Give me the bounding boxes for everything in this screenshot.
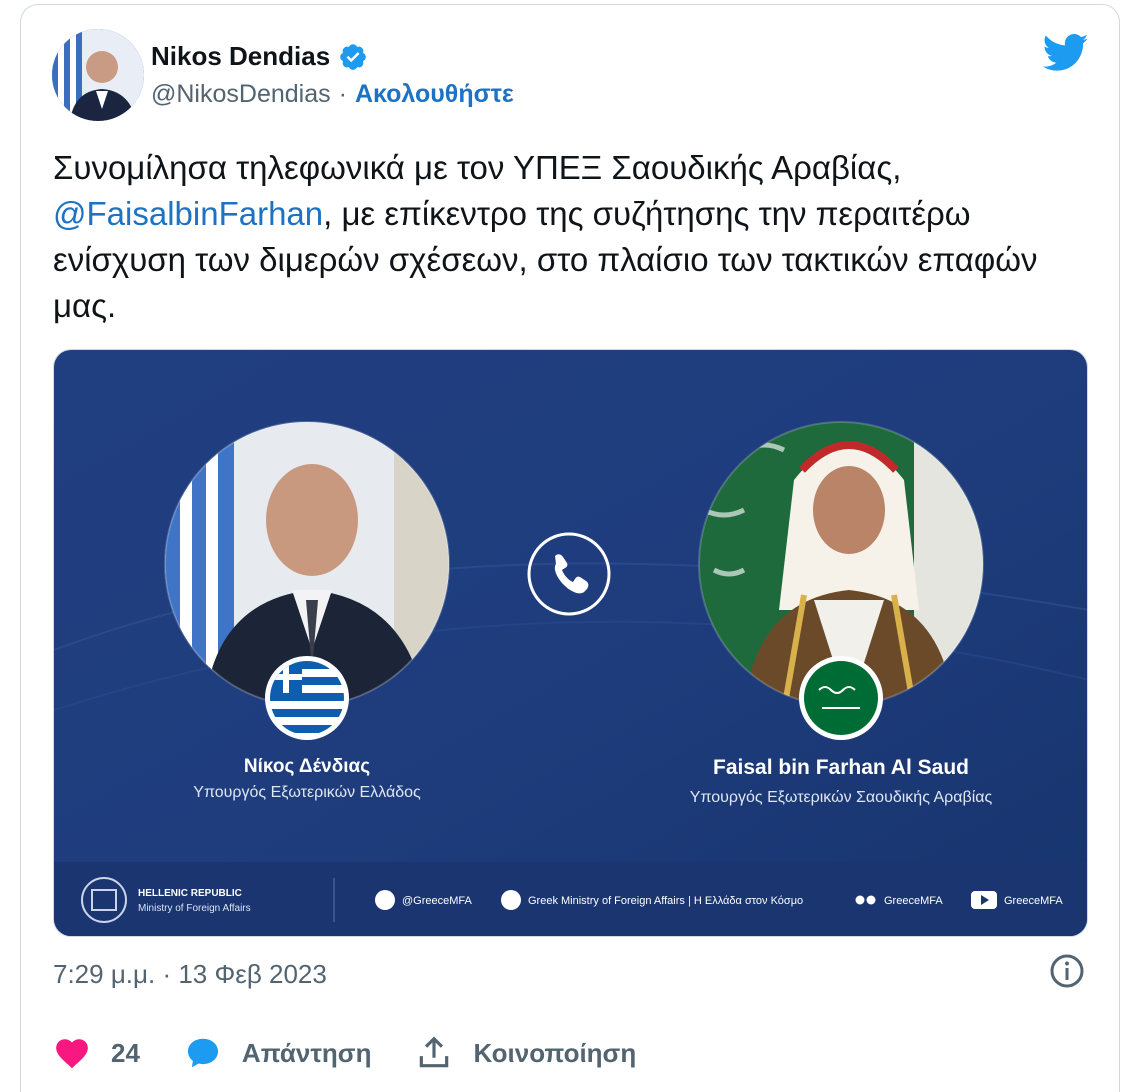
reply-button[interactable]: Απάντηση (184, 1034, 372, 1072)
follow-button[interactable]: Ακολουθήστε (355, 80, 514, 109)
reply-bubble-icon (187, 1038, 218, 1068)
avatar[interactable] (52, 29, 144, 121)
tweet-text: Συνομίλησα τηλεφωνικά με τον ΥΠΕΞ Σαουδι… (53, 145, 1103, 329)
right-person-name: Faisal bin Farhan Al Saud (713, 756, 969, 779)
heart-icon (56, 1039, 88, 1069)
social-facebook: Greek Ministry of Foreign Affairs | Η Ελ… (528, 895, 803, 907)
tweet-media-image[interactable]: Νίκος Δένδιας Υπουργός Εξωτερικών Ελλάδο… (53, 349, 1088, 937)
author-name[interactable]: Nikos Dendias (151, 41, 330, 72)
action-bar: 24 Απάντηση Κοινοποίηση (53, 1033, 680, 1073)
share-icon (420, 1036, 449, 1068)
separator-dot: · (338, 80, 347, 108)
social-twitter: @GreeceMFA (402, 895, 473, 907)
twitter-small-icon (375, 890, 395, 910)
tweet-timestamp[interactable]: 7:29 μ.μ. · 13 Φεβ 2023 (53, 959, 327, 990)
org-line1: HELLENIC REPUBLIC (138, 888, 242, 899)
left-person-title: Υπουργός Εξωτερικών Ελλάδος (193, 784, 421, 801)
flickr-icon (855, 895, 865, 905)
like-button[interactable]: 24 (53, 1034, 140, 1072)
share-label: Κοινοποίηση (473, 1037, 637, 1068)
share-button[interactable]: Κοινοποίηση (415, 1034, 636, 1072)
verified-badge-icon (340, 43, 366, 70)
mention-link[interactable]: @FaisalbinFarhan (53, 195, 323, 232)
media-graphic: Νίκος Δένδιας Υπουργός Εξωτερικών Ελλάδο… (54, 350, 1087, 936)
like-count: 24 (111, 1037, 140, 1068)
info-icon[interactable] (1049, 953, 1085, 989)
right-person-title: Υπουργός Εξωτερικών Σαουδικής Αραβίας (690, 789, 993, 806)
tweet-card: Nikos Dendias @NikosDendias · Ακολουθήστ… (20, 4, 1120, 1092)
social-flickr: GreeceMFA (884, 895, 943, 907)
facebook-icon (501, 890, 521, 910)
tweet-text-before: Συνομίλησα τηλεφωνικά με τον ΥΠΕΞ Σαουδι… (53, 149, 902, 186)
twitter-bird-icon[interactable] (1043, 33, 1089, 73)
left-person-name: Νίκος Δένδιας (244, 756, 370, 777)
author-handle[interactable]: @NikosDendias (151, 80, 331, 109)
org-line2: Ministry of Foreign Affairs (138, 903, 251, 914)
social-youtube: GreeceMFA (1004, 895, 1063, 907)
reply-label: Απάντηση (241, 1037, 372, 1068)
